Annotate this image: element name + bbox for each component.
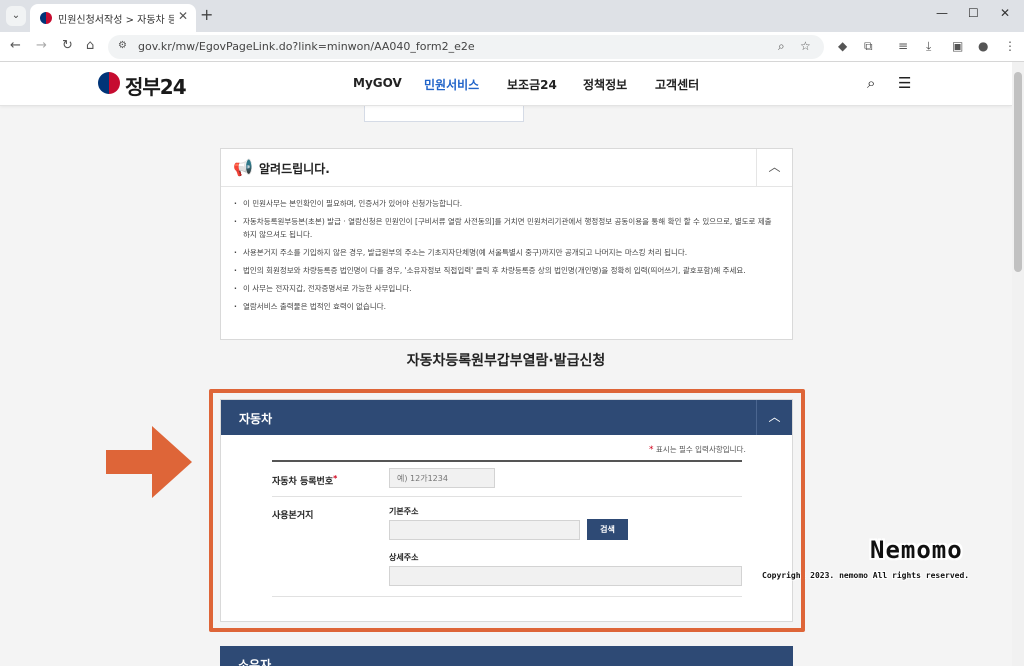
owner-section-header[interactable]: 소유자 [220, 646, 793, 666]
page-scrollbar[interactable] [1012, 62, 1024, 666]
reload-icon[interactable]: ↻ [62, 38, 73, 53]
nav-civil-service[interactable]: 민원서비스 [424, 76, 479, 93]
scrollbar-thumb[interactable] [1014, 72, 1022, 272]
site-header: 정부24 MyGOV 민원서비스 보조금24 정책정보 고객센터 ⌕ ☰ [0, 62, 1012, 106]
notice-panel: 📢 알려드립니다. ︿ 이 민원사무는 본인확인이 필요하며, 인증서가 있어야… [220, 148, 793, 340]
owner-section-title: 소유자 [238, 658, 272, 666]
hamburger-menu-icon[interactable]: ☰ [898, 74, 911, 92]
notice-item: 법인의 회원정보와 차량등록증 법인명이 다를 경우, '소유자정보 직접입력'… [231, 264, 776, 277]
tab-search-button[interactable]: ⌄ [6, 6, 26, 26]
tab-title: 민원신청서작성 > 자동차 등록 [58, 15, 174, 26]
forward-arrow-icon[interactable]: → [36, 38, 47, 53]
url-text: gov.kr/mw/EgovPageLink.do?link=minwon/AA… [138, 40, 475, 53]
taegeuk-logo-icon[interactable] [98, 72, 120, 94]
zoom-icon[interactable]: ⌕ [778, 39, 785, 54]
nav-subsidy[interactable]: 보조금24 [507, 76, 557, 93]
browser-tab-bar: ⌄ 민원신청서작성 > 자동차 등록 ✕ + — ☐ ✕ [0, 0, 1024, 32]
maximize-button[interactable]: ☐ [968, 6, 979, 20]
nav-mygov[interactable]: MyGOV [353, 76, 402, 90]
form-title: 자동차등록원부갑부열람·발급신청 [406, 353, 606, 369]
highlight-box [209, 389, 805, 632]
nav-policy[interactable]: 정책정보 [583, 76, 627, 93]
partial-box [364, 106, 524, 122]
address-bar[interactable]: ⚙ gov.kr/mw/EgovPageLink.do?link=minwon/… [108, 35, 824, 59]
profile-avatar-icon[interactable]: ● [978, 39, 988, 53]
site-logo[interactable]: 정부24 [125, 71, 187, 100]
notice-item: 이 사무는 전자지갑, 전자증명서로 가능한 사무입니다. [231, 282, 776, 295]
tab-close-icon[interactable]: ✕ [178, 9, 188, 23]
reading-list-icon[interactable]: ≡ [898, 39, 908, 53]
notice-item: 이 민원사무는 본인확인이 필요하며, 인증서가 있어야 신청가능합니다. [231, 197, 776, 210]
watermark-title: Nemomo [870, 536, 963, 564]
browser-tab[interactable]: 민원신청서작성 > 자동차 등록 ✕ [30, 4, 196, 32]
home-icon[interactable]: ⌂ [86, 38, 94, 53]
browser-toolbar: ← → ↻ ⌂ ⚙ gov.kr/mw/EgovPageLink.do?link… [0, 32, 1024, 62]
notice-list: 이 민원사무는 본인확인이 필요하며, 인증서가 있어야 신청가능합니다. 자동… [231, 197, 776, 318]
notice-header: 📢 알려드립니다. ︿ [221, 149, 792, 187]
puzzle-icon[interactable]: ⧉ [864, 39, 873, 54]
notice-item: 사용본거지 주소를 기입하지 않은 경우, 발급원부의 주소는 기초지자단체명(… [231, 246, 776, 259]
notice-item: 열람서비스 출력물은 법적인 효력이 없습니다. [231, 300, 776, 313]
chevron-up-icon[interactable]: ︿ [756, 149, 792, 186]
extension-icon[interactable]: ◆ [838, 39, 847, 53]
download-icon[interactable]: ⤓ [926, 39, 931, 54]
notice-item: 자동차등록원부등본(초본) 발급 · 열람신청은 민원인이 [구비서류 열람 사… [231, 215, 776, 241]
minimize-button[interactable]: — [936, 6, 948, 20]
browser-menu-icon[interactable]: ⋮ [1004, 39, 1016, 53]
nav-customer-center[interactable]: 고객센터 [655, 76, 699, 93]
taegeuk-icon [40, 12, 52, 24]
megaphone-icon: 📢 [233, 158, 253, 177]
new-tab-button[interactable]: + [200, 5, 213, 24]
back-arrow-icon[interactable]: ← [10, 38, 21, 53]
site-info-icon[interactable]: ⚙ [118, 40, 127, 51]
notice-title: 알려드립니다. [259, 162, 330, 176]
search-icon[interactable]: ⌕ [867, 74, 875, 92]
bookmark-star-icon[interactable]: ☆ [800, 39, 811, 53]
close-window-button[interactable]: ✕ [1000, 6, 1010, 20]
side-panel-icon[interactable]: ▣ [952, 39, 963, 53]
arrow-right-icon [106, 426, 192, 498]
